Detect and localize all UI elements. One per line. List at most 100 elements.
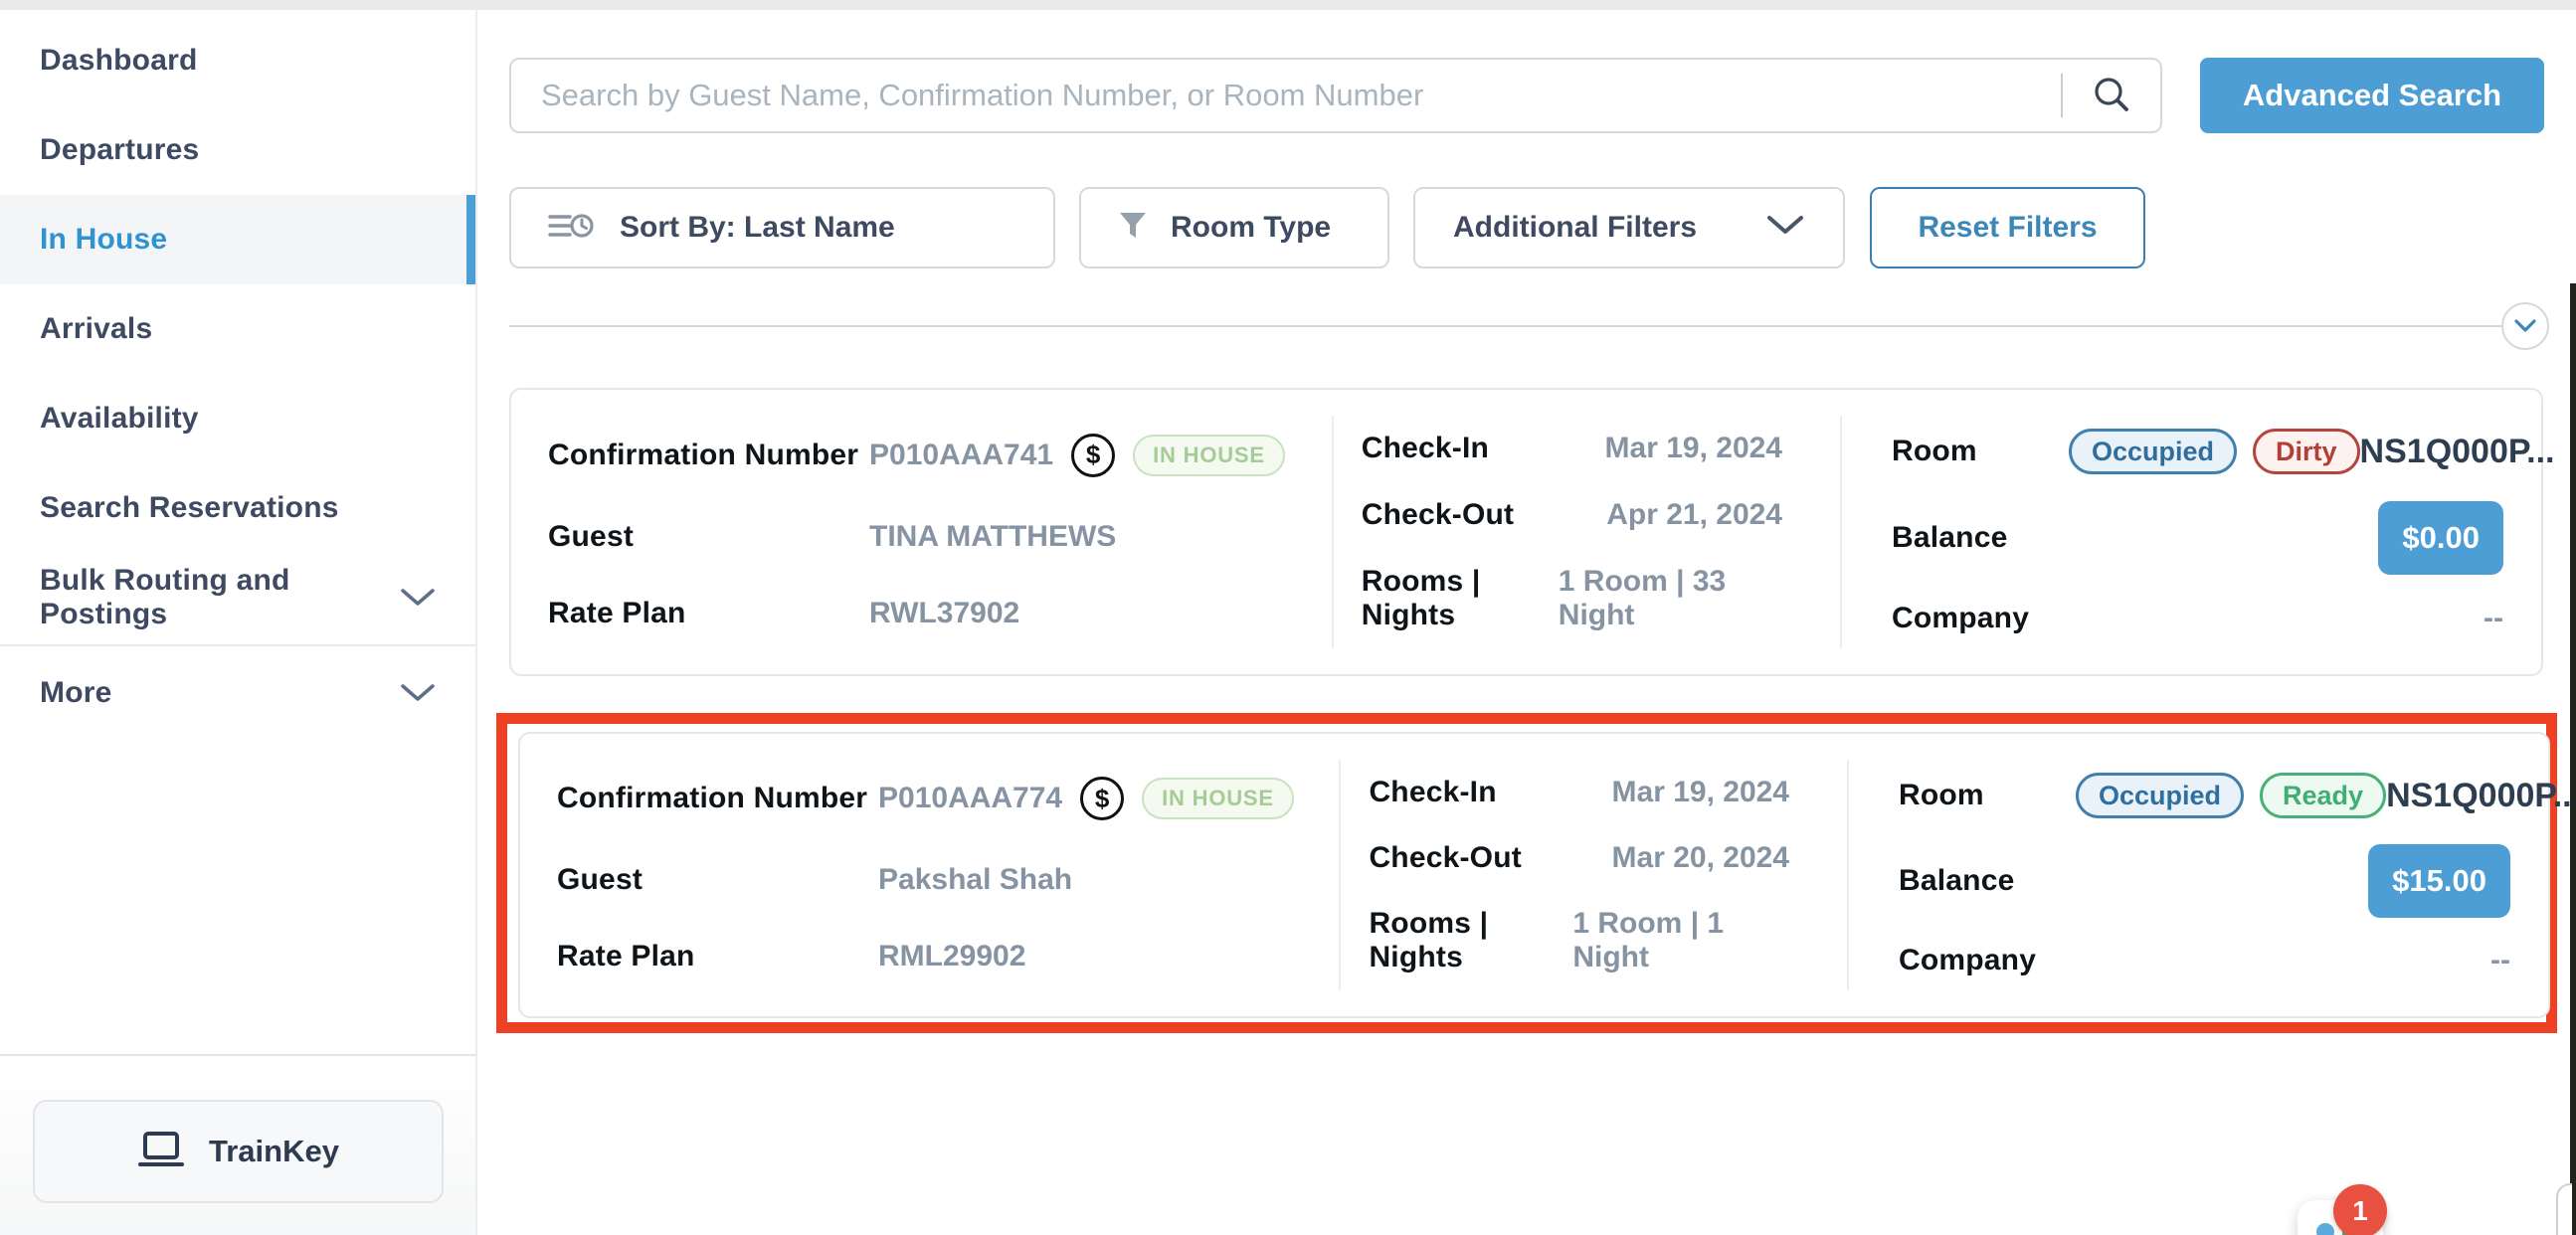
room-label: Room (1892, 435, 2069, 468)
chevron-down-icon (400, 682, 436, 704)
check-out-label: Check-Out (1362, 498, 1515, 532)
trainkey-label: TrainKey (209, 1134, 339, 1169)
room-type-label: Room Type (1171, 211, 1331, 245)
room-type-filter[interactable]: Room Type (1079, 187, 1389, 268)
screen-edge-panel-corner (2556, 1183, 2572, 1235)
sidebar-divider (0, 644, 475, 646)
reservation-room-column: Room Occupied Dirty NS1Q000P... Balance … (1840, 416, 2541, 648)
reservation-room-column: Room Occupied Ready NS1Q000P... Balance … (1847, 760, 2548, 990)
chevron-down-icon (1765, 214, 1805, 243)
sidebar-item-label: Departures (40, 133, 199, 167)
trainkey-button[interactable]: TrainKey (33, 1100, 444, 1203)
laptop-icon (137, 1130, 185, 1174)
check-out-value: Apr 21, 2024 (1606, 498, 1782, 532)
advanced-search-button[interactable]: Advanced Search (2200, 58, 2544, 133)
reservation-identity-column: Confirmation Number P010AAA741 $ IN HOUS… (511, 390, 1332, 674)
balance-label: Balance (1899, 864, 2076, 898)
highlight-red-border: Confirmation Number P010AAA774 $ IN HOUS… (496, 713, 2557, 1033)
in-house-status-badge: IN HOUSE (1133, 435, 1285, 476)
window-top-strip (0, 0, 2576, 10)
search-bar (509, 58, 2162, 133)
additional-filters-label: Additional Filters (1453, 211, 1697, 245)
room-label: Room (1899, 779, 2076, 812)
company-label: Company (1892, 602, 2069, 635)
check-in-value: Mar 19, 2024 (1612, 776, 1789, 809)
reservation-identity-column: Confirmation Number P010AAA774 $ IN HOUS… (520, 734, 1339, 1016)
sidebar-item-label: Search Reservations (40, 491, 339, 525)
sidebar-item-label: Arrivals (40, 312, 152, 346)
sidebar-item-label: More (40, 676, 111, 710)
confirmation-number-label: Confirmation Number (548, 439, 869, 472)
check-out-label: Check-Out (1369, 841, 1522, 875)
sidebar-item-dashboard[interactable]: Dashboard (0, 16, 475, 105)
sidebar-item-in-house[interactable]: In House (0, 195, 475, 284)
sidebar-item-departures[interactable]: Departures (0, 105, 475, 195)
search-input[interactable] (511, 60, 2061, 131)
housekeeping-status-badge: Ready (2260, 773, 2386, 818)
confirmation-number-value: P010AAA741 (869, 439, 1053, 472)
screen-edge-strip (2570, 283, 2576, 1235)
search-icon[interactable] (2091, 75, 2132, 116)
rate-plan-label: Rate Plan (557, 940, 878, 973)
check-out-value: Mar 20, 2024 (1612, 841, 1789, 875)
in-house-status-badge: IN HOUSE (1142, 778, 1294, 819)
sidebar-item-label: Availability (40, 402, 199, 436)
sidebar-item-label: Bulk Routing and Postings (40, 564, 400, 631)
sidebar-item-arrivals[interactable]: Arrivals (0, 284, 475, 374)
guest-value: TINA MATTHEWS (869, 520, 1116, 554)
rooms-nights-value: 1 Room | 33 Night (1559, 565, 1782, 632)
sidebar-item-more[interactable]: More (0, 648, 475, 738)
confirmation-number-value: P010AAA774 (878, 782, 1062, 815)
company-label: Company (1899, 944, 2076, 977)
guest-label: Guest (548, 520, 869, 554)
confirmation-number-label: Confirmation Number (557, 782, 878, 815)
rate-plan-label: Rate Plan (548, 597, 869, 630)
additional-filters-dropdown[interactable]: Additional Filters (1413, 187, 1845, 268)
room-number-value: NS1Q000P... (2386, 777, 2576, 815)
reservation-card-highlighted[interactable]: Confirmation Number P010AAA774 $ IN HOUS… (518, 732, 2550, 1018)
occupancy-status-badge: Occupied (2076, 773, 2244, 818)
rooms-nights-value: 1 Room | 1 Night (1572, 907, 1789, 974)
balance-label: Balance (1892, 521, 2069, 555)
reservation-dates-column: Check-In Mar 19, 2024 Check-Out Apr 21, … (1332, 416, 1840, 648)
sidebar-item-bulk-routing[interactable]: Bulk Routing and Postings (0, 553, 475, 642)
sidebar-item-label: Dashboard (40, 44, 198, 78)
in-house-page: Dashboard Departures In House Arrivals A… (0, 0, 2576, 1235)
room-number-value: NS1Q000P... (2360, 433, 2555, 471)
sort-by-dropdown[interactable]: Sort By: Last Name (509, 187, 1055, 268)
reservation-card[interactable]: Confirmation Number P010AAA741 $ IN HOUS… (509, 388, 2543, 676)
company-value: -- (2490, 944, 2510, 977)
check-in-label: Check-In (1362, 432, 1489, 465)
sidebar: Dashboard Departures In House Arrivals A… (0, 10, 477, 1235)
sidebar-item-availability[interactable]: Availability (0, 374, 475, 463)
housekeeping-status-badge: Dirty (2253, 429, 2360, 474)
guest-value: Pakshal Shah (878, 863, 1072, 897)
funnel-icon (1117, 210, 1149, 247)
payment-dollar-icon: $ (1071, 434, 1115, 477)
sort-by-label: Sort By: Last Name (620, 211, 895, 245)
notification-badge: 1 (2333, 1184, 2387, 1235)
payment-dollar-icon: $ (1080, 777, 1124, 820)
occupancy-status-badge: Occupied (2069, 429, 2237, 474)
sidebar-nav: Dashboard Departures In House Arrivals A… (0, 10, 475, 738)
sort-icon (548, 209, 594, 248)
rooms-nights-label: Rooms | Nights (1369, 907, 1572, 974)
balance-button[interactable]: $0.00 (2378, 501, 2503, 575)
sidebar-footer: TrainKey (0, 1054, 475, 1235)
rooms-nights-label: Rooms | Nights (1362, 565, 1559, 632)
check-in-label: Check-In (1369, 776, 1496, 809)
rate-plan-value: RWL37902 (869, 597, 1019, 630)
collapse-toggle[interactable] (2501, 302, 2549, 350)
section-divider (509, 325, 2502, 327)
balance-button[interactable]: $15.00 (2368, 844, 2510, 918)
guest-label: Guest (557, 863, 878, 897)
rate-plan-value: RML29902 (878, 940, 1025, 973)
chevron-down-icon (2513, 318, 2537, 334)
chevron-down-icon (400, 587, 436, 609)
sidebar-item-search-reservations[interactable]: Search Reservations (0, 463, 475, 553)
check-in-value: Mar 19, 2024 (1605, 432, 1782, 465)
search-divider (2061, 74, 2063, 117)
reset-filters-button[interactable]: Reset Filters (1870, 187, 2145, 268)
reservation-dates-column: Check-In Mar 19, 2024 Check-Out Mar 20, … (1339, 760, 1847, 990)
sidebar-item-label: In House (40, 223, 167, 257)
